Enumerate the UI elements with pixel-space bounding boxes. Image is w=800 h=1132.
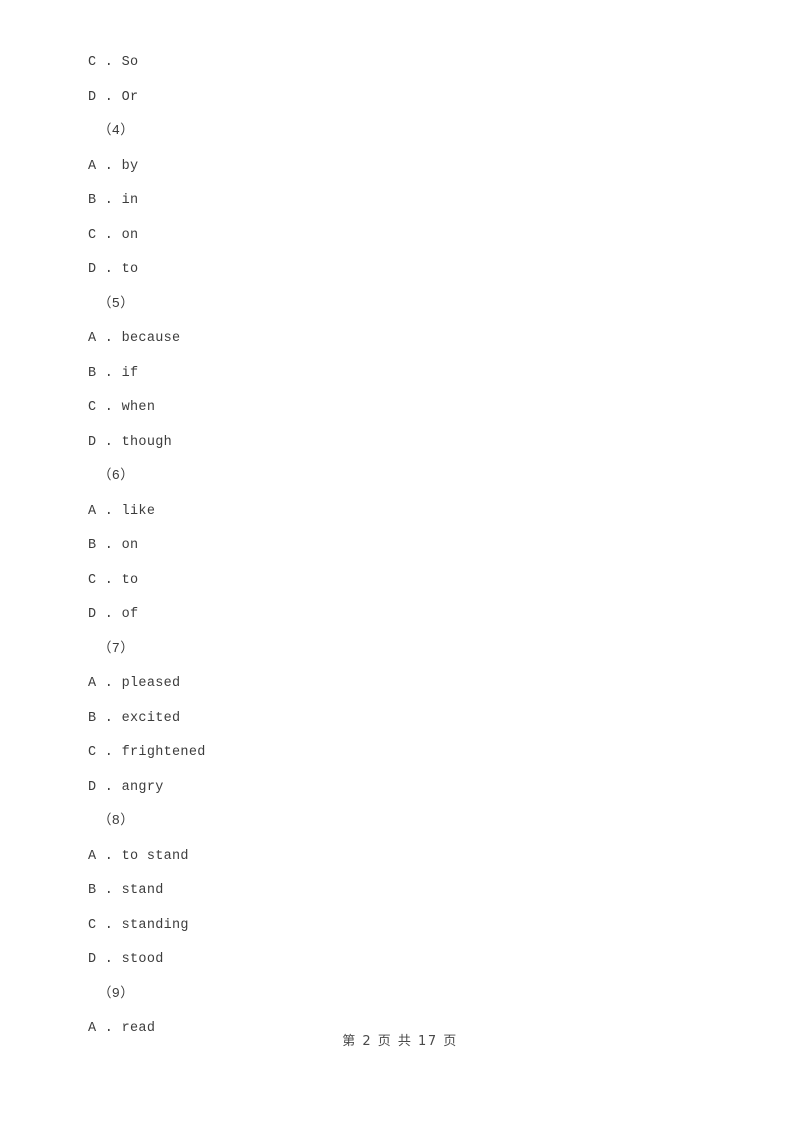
option-text: though [121,434,173,450]
option-text: to [121,572,139,588]
option-separator: . [96,538,122,553]
option-text: of [121,607,139,622]
option-separator: . [96,55,122,70]
option-text: if [121,365,139,381]
option-text: pleased [121,676,181,691]
option-text: when [121,400,156,415]
question-number-label: （8） [88,805,728,840]
answer-option: A . because [88,322,728,357]
option-text: stood [121,952,164,967]
answer-option: B . in [88,184,728,219]
option-separator: . [96,193,122,208]
answer-option: A . to stand [88,840,728,875]
answer-option: A . like [88,495,728,530]
answer-option: C . on [88,219,728,254]
answer-option: D . though [88,426,728,461]
option-separator: . [96,883,122,898]
option-text: angry [121,779,164,795]
answer-option: D . to [88,253,728,288]
question-number-text: （7） [98,641,135,657]
option-separator: . [96,227,122,243]
option-separator: . [96,331,122,346]
option-text: by [121,158,139,174]
option-text: So [121,55,139,70]
answer-option: A . pleased [88,667,728,702]
option-text: Or [121,89,139,105]
answer-option: D . stood [88,943,728,978]
option-separator: . [96,400,122,415]
answer-option: B . if [88,357,728,392]
question-number-text: （6） [98,469,135,484]
question-number-label: （7） [88,633,728,668]
option-text: because [121,331,181,346]
answer-option: D . of [88,598,728,633]
option-separator: . [96,434,122,450]
option-text: to [121,262,139,277]
option-separator: . [96,365,122,381]
option-text: frightened [121,745,206,760]
option-separator: . [96,89,122,105]
page-footer: 第 2 页 共 17 页 [342,1034,458,1049]
answer-option: A . by [88,150,728,185]
answer-option: D . Or [88,81,728,116]
answer-option: B . stand [88,874,728,909]
option-separator: . [96,952,122,967]
answer-option: C . when [88,391,728,426]
option-separator: . [96,848,122,864]
option-separator: . [96,262,122,277]
answer-option: C . standing [88,909,728,944]
option-text: stand [121,883,164,898]
option-text: to stand [121,848,189,864]
answer-option: C . to [88,564,728,599]
option-separator: . [96,710,122,726]
question-number-label: （5） [88,288,728,323]
document-page: C . So D . Or （4） A . by B . in C . on D . to （… [0,0,800,1132]
option-separator: . [96,503,122,519]
option-separator: . [96,745,122,760]
answer-option: B . excited [88,702,728,737]
option-separator: . [96,779,122,795]
answer-option: D . angry [88,771,728,806]
question-number-label: （6） [88,460,728,495]
question-number-text: （8） [98,814,135,829]
answer-option: C . frightened [88,736,728,771]
option-text: excited [121,710,181,726]
option-separator: . [96,572,122,588]
option-separator: . [96,158,122,174]
option-text: on [121,538,139,553]
question-number-text: （5） [98,296,135,312]
option-text: like [121,503,156,519]
option-separator: . [96,607,122,622]
option-text: in [121,193,139,208]
question-number-label: （4） [88,115,728,150]
answer-option: C . So [88,46,728,81]
answer-option: B . on [88,529,728,564]
option-separator: . [96,676,122,691]
option-separator: . [96,917,122,933]
option-text: on [121,227,139,243]
question-number-text: （4） [98,124,135,139]
option-text: standing [121,917,189,933]
question-number-label: （9） [88,978,728,1013]
question-options-list: C . So D . Or （4） A . by B . in C . on D . to （… [88,46,728,1047]
question-number-text: （9） [98,986,135,1002]
